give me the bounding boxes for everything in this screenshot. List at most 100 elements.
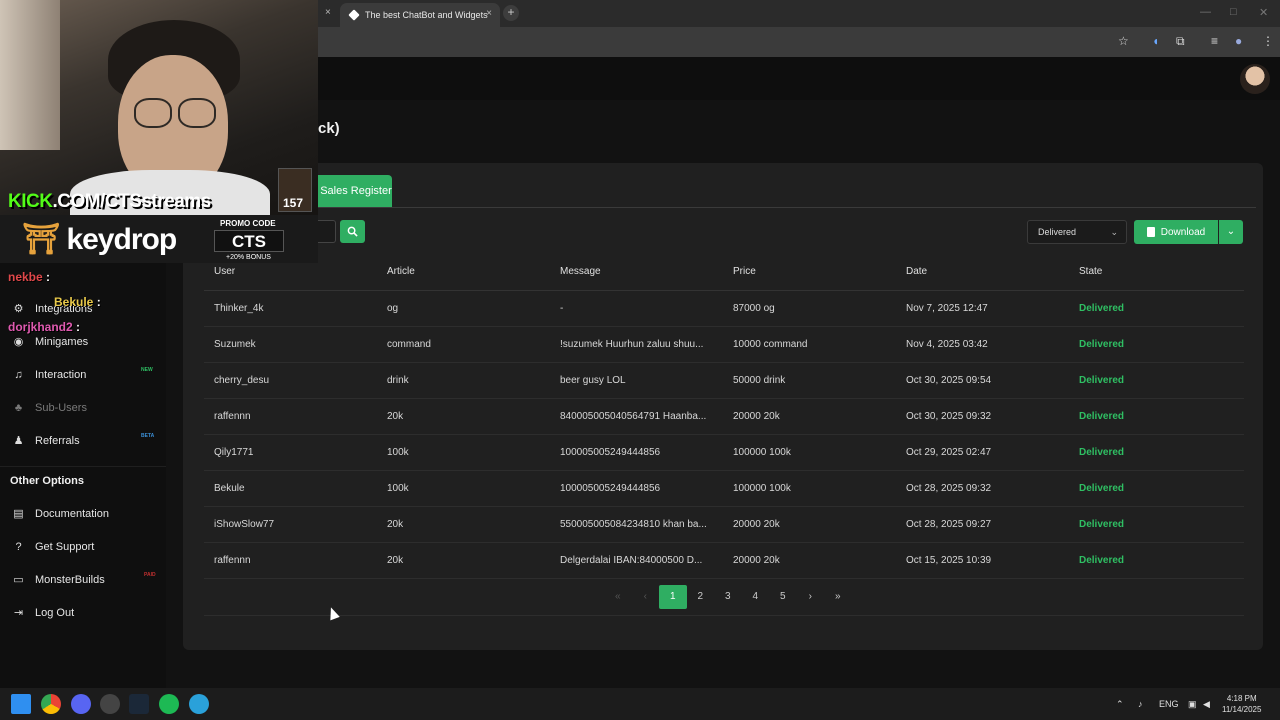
cell-article: og — [377, 290, 550, 327]
cell-price: 20000 20k — [723, 542, 896, 579]
url-field[interactable] — [320, 30, 1140, 54]
download-button[interactable]: Download — [1134, 220, 1218, 244]
chevron-down-icon: ⌄ — [1110, 227, 1118, 237]
column-header[interactable]: Date — [896, 254, 1069, 291]
steam-icon[interactable] — [129, 694, 149, 714]
cell-date: Oct 30, 2025 09:32 — [896, 398, 1069, 435]
table-row[interactable]: cherry_desu drink beer gusy LOL 50000 drink… — [204, 362, 1244, 399]
maximize-icon[interactable]: □ — [1230, 6, 1237, 18]
discord-icon[interactable] — [71, 694, 91, 714]
column-header[interactable]: Price — [723, 254, 896, 291]
menu-kebab-icon[interactable]: ⋮ — [1262, 34, 1274, 48]
cell-state: Delivered — [1069, 470, 1244, 507]
table-row[interactable]: Thinker_4k og -87000 og Nov 7, 2025 12:47 De… — [204, 290, 1244, 327]
other-options-heading: Other Options — [10, 475, 84, 487]
page-button[interactable]: 1 — [659, 585, 687, 609]
minimize-icon[interactable]: — — [1200, 6, 1211, 18]
system-clock[interactable]: 4:18 PM 11/14/2025 — [1222, 693, 1261, 715]
spotify-icon[interactable] — [159, 694, 179, 714]
telegram-icon[interactable] — [189, 694, 209, 714]
chevron-up-icon[interactable]: ⌃ — [1116, 699, 1124, 710]
chat-message: Bekule : — [54, 295, 101, 309]
search-button[interactable] — [340, 220, 365, 243]
page-button[interactable]: 3 — [714, 585, 742, 609]
last-page-button[interactable]: » — [824, 585, 852, 609]
table-row[interactable]: Bekule 100k 100005005249444856 100000 100k O… — [204, 470, 1244, 507]
cell-user: iShowSlow77 — [204, 506, 377, 543]
status-filter-select[interactable]: Delivered ⌄ — [1027, 220, 1127, 244]
sidebar-item-monsterbuilds[interactable]: ▭ MonsterBuilds — [12, 574, 104, 586]
close-tab-icon[interactable]: × — [325, 7, 331, 18]
sidebar-item-interaction[interactable]: ♫ Interaction — [12, 369, 86, 381]
browser-tab[interactable]: The best ChatBot and Widgets × — [340, 3, 500, 27]
user-avatar[interactable] — [1240, 64, 1270, 94]
cell-user: Qily1771 — [204, 434, 377, 471]
site-favicon-icon — [348, 9, 360, 21]
help-icon: ? — [15, 541, 22, 553]
column-header[interactable]: State — [1069, 254, 1244, 291]
sidebar-item-referrals[interactable]: ♟ Referrals — [12, 435, 80, 447]
sidebar-item-label: Minigames — [35, 336, 89, 348]
prev-page-button[interactable]: ‹ — [632, 585, 660, 609]
bookmark-star-icon[interactable]: ☆ — [1118, 34, 1129, 48]
microphone-icon[interactable]: ♪ — [1138, 699, 1143, 709]
cell-message: beer gusy LOL — [550, 362, 723, 399]
cell-user: cherry_desu — [204, 362, 377, 399]
sidebar-item-label: Sub-Users — [35, 402, 87, 414]
app-icon[interactable] — [100, 694, 120, 714]
sidebar-item-log-out[interactable]: ⇥ Log Out — [12, 607, 74, 619]
cell-message: 840005005040564791 Haanba... — [550, 398, 723, 435]
sidebar-item-sub-users[interactable]: ♣ Sub-Users — [12, 402, 87, 414]
page-button[interactable]: 2 — [687, 585, 715, 609]
page-button[interactable]: 5 — [769, 585, 797, 609]
profile-icon[interactable]: ● — [1235, 34, 1242, 48]
table-row[interactable]: raffennn 20k Delgerdalai IBAN:84000500 D..… — [204, 542, 1244, 579]
download-options-button[interactable]: ⌄ — [1219, 220, 1243, 244]
column-header[interactable]: Message — [550, 254, 723, 291]
glasses — [178, 98, 216, 128]
extension-icon[interactable]: ◖ — [1152, 34, 1159, 48]
kick-channel: .COM/CTSstreams — [52, 191, 211, 212]
emote-badge: 157 — [278, 168, 312, 212]
tab-sales-register[interactable]: Sales Register — [316, 175, 392, 207]
table-row[interactable]: iShowSlow77 20k 550005005084234810 khan ba… — [204, 506, 1244, 543]
network-icon[interactable]: ▣ — [1188, 699, 1197, 710]
sidebar-item-documentation[interactable]: ▤ Documentation — [12, 508, 109, 520]
sidebar-item-minigames[interactable]: ◉ Minigames — [12, 336, 89, 348]
column-header[interactable]: Article — [377, 254, 550, 291]
search-icon — [347, 226, 358, 237]
cell-user: raffennn — [204, 398, 377, 435]
next-page-button[interactable]: › — [797, 585, 825, 609]
language-indicator[interactable]: ENG — [1159, 699, 1179, 709]
first-page-button[interactable]: « — [604, 585, 632, 609]
page-title: ck) — [318, 120, 340, 137]
table-row[interactable]: raffennn 20k 840005005040564791 Haanba... 2… — [204, 398, 1244, 435]
chrome-icon[interactable] — [41, 694, 61, 714]
tab-title: The best ChatBot and Widgets — [365, 10, 488, 20]
cell-price: 10000 command — [723, 326, 896, 363]
cell-message: !suzumek Huurhun zaluu shuu... — [550, 326, 723, 363]
close-tab-icon[interactable]: × — [486, 8, 492, 19]
new-tab-button[interactable]: + — [503, 5, 519, 21]
tab-divider — [196, 207, 1256, 208]
table-row[interactable]: Suzumek command !suzumek Huurhun zaluu shu… — [204, 326, 1244, 363]
chat-text: : — [96, 295, 101, 309]
cell-article: 20k — [377, 398, 550, 435]
cell-user: Bekule — [204, 470, 377, 507]
cell-article: 20k — [377, 506, 550, 543]
cell-message: Delgerdalai IBAN:84000500 D... — [550, 542, 723, 579]
keydrop-logo: ⛩ keydrop — [22, 222, 177, 257]
table-header-row: User Article Message Price Date State — [204, 254, 1244, 291]
chat-message: nekbe : — [8, 270, 50, 284]
tab-label: Sales Register — [320, 185, 392, 197]
download-label: Download — [1160, 226, 1206, 238]
extensions-puzzle-icon[interactable]: ⧉ — [1176, 34, 1185, 49]
close-window-icon[interactable]: ✕ — [1259, 6, 1268, 19]
media-control-icon[interactable]: ≡ — [1211, 34, 1218, 48]
cell-user: raffennn — [204, 542, 377, 579]
windows-start-icon[interactable] — [11, 694, 31, 714]
page-button[interactable]: 4 — [742, 585, 770, 609]
table-row[interactable]: Qily1771 100k 100005005249444856 100000 100… — [204, 434, 1244, 471]
sidebar-item-get-support[interactable]: ? Get Support — [12, 541, 94, 553]
volume-icon[interactable]: ◀ — [1203, 699, 1210, 710]
